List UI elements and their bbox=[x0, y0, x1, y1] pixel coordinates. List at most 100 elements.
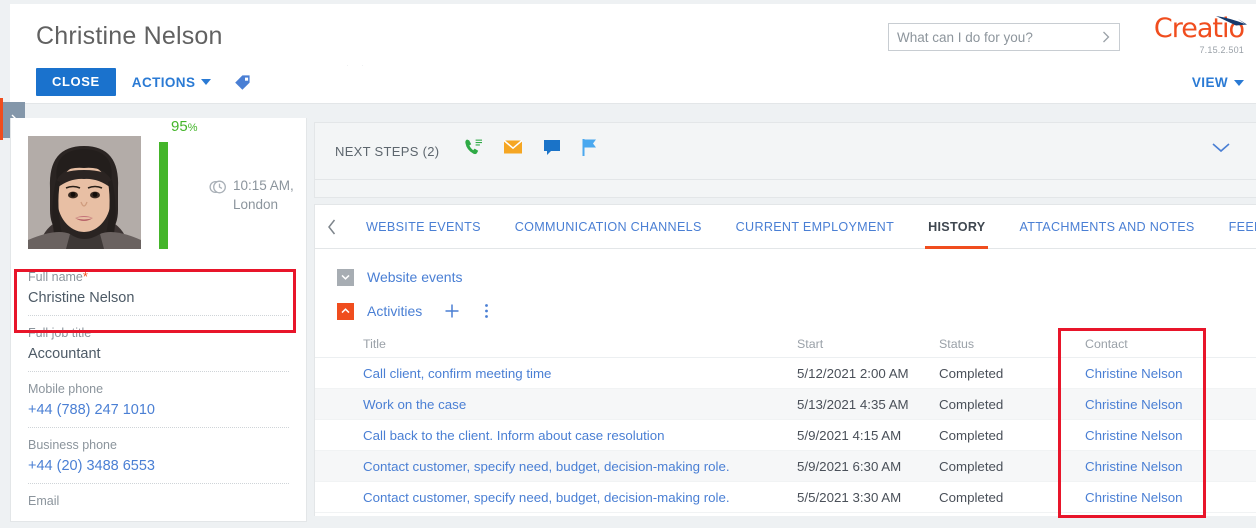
cell-contact[interactable]: Christine Nelson bbox=[1085, 366, 1245, 381]
section-website-events: Website events bbox=[315, 260, 1256, 294]
chat-message-icon[interactable] bbox=[543, 138, 561, 156]
logo-wordmark: Creatio bbox=[1154, 14, 1247, 44]
table-row[interactable]: Call client, confirm meeting time 5/12/2… bbox=[315, 358, 1256, 389]
section-title[interactable]: Activities bbox=[367, 303, 422, 319]
field-full-job-title[interactable]: Full job title Accountant bbox=[28, 316, 289, 372]
completeness-value: 95 bbox=[171, 118, 188, 135]
cell-start: 5/13/2021 4:35 AM bbox=[797, 396, 909, 412]
chevron-down-icon bbox=[201, 79, 212, 85]
chevron-up-icon[interactable] bbox=[337, 302, 354, 320]
cell-title[interactable]: Call client, confirm meeting time bbox=[363, 366, 797, 381]
cell-contact[interactable]: Christine Nelson bbox=[1085, 490, 1245, 505]
chevron-down-icon bbox=[1234, 79, 1244, 86]
table-row[interactable]: Call back to the client. Inform about ca… bbox=[315, 420, 1256, 451]
tab-feed[interactable]: FEED bbox=[1212, 205, 1256, 249]
field-label: Business phone bbox=[28, 438, 117, 452]
actions-menu-label: ACTIONS bbox=[131, 74, 196, 90]
section-activities: Activities bbox=[315, 294, 1256, 328]
tab-history[interactable]: HISTORY bbox=[911, 205, 1002, 249]
field-full-name[interactable]: Full name* Christine Nelson bbox=[28, 260, 289, 316]
field-value[interactable]: +44 (788) 247 1010 bbox=[28, 397, 289, 421]
field-label: Mobile phone bbox=[28, 382, 104, 396]
cell-status: Completed bbox=[939, 427, 1004, 443]
page-title: Christine Nelson bbox=[36, 22, 223, 50]
completeness-symbol: % bbox=[187, 122, 198, 134]
cell-contact[interactable]: Christine Nelson bbox=[1085, 428, 1245, 443]
next-steps-collapse-icon[interactable] bbox=[1210, 141, 1232, 159]
cell-start: 5/9/2021 4:15 AM bbox=[797, 427, 902, 443]
detail-tabs-card: WEBSITE EVENTS COMMUNICATION CHANNELS CU… bbox=[314, 204, 1256, 522]
cell-contact[interactable]: Christine Nelson bbox=[1085, 397, 1245, 412]
app-version: 7.15.2.501 bbox=[1199, 45, 1244, 55]
table-row[interactable]: Contact customer, specify need, budget, … bbox=[315, 451, 1256, 482]
profile-completeness-fill bbox=[159, 141, 168, 249]
bottom-strip bbox=[314, 516, 1256, 528]
column-header-start: Start bbox=[797, 336, 824, 351]
cell-start: 5/5/2021 3:30 AM bbox=[797, 489, 902, 505]
search-submit-icon[interactable] bbox=[1093, 24, 1119, 50]
creatio-contact-page: Christine Nelson CLOSE ACTIONS What can … bbox=[0, 0, 1256, 528]
next-steps-panel: NEXT STEPS (2) bbox=[314, 122, 1256, 180]
cell-title[interactable]: Contact customer, specify need, budget, … bbox=[363, 459, 797, 474]
cell-title[interactable]: Contact customer, specify need, budget, … bbox=[363, 490, 797, 505]
actions-menu-button[interactable]: ACTIONS bbox=[132, 75, 212, 90]
cell-title[interactable]: Work on the case bbox=[363, 397, 797, 412]
phone-call-icon[interactable] bbox=[463, 137, 483, 157]
view-menu-button[interactable]: VIEW bbox=[1192, 75, 1244, 90]
cell-title[interactable]: Call back to the client. Inform about ca… bbox=[363, 428, 797, 443]
table-row[interactable]: Contact customer, specify need, budget, … bbox=[315, 482, 1256, 513]
next-steps-label: NEXT STEPS (2) bbox=[335, 144, 440, 159]
cell-start: 5/12/2021 2:00 AM bbox=[797, 365, 909, 381]
local-time: 10:15 AM, London bbox=[233, 176, 303, 214]
field-label: Email bbox=[28, 494, 60, 508]
clock-globe-icon bbox=[209, 178, 227, 201]
field-value[interactable]: Christine Nelson bbox=[28, 285, 289, 309]
next-steps-body bbox=[314, 180, 1256, 198]
cell-status: Completed bbox=[939, 458, 1004, 474]
plus-icon[interactable] bbox=[443, 302, 461, 320]
flag-icon[interactable] bbox=[581, 138, 598, 157]
column-header-title: Title bbox=[363, 336, 386, 351]
field-label: Full job title bbox=[28, 326, 92, 340]
field-mobile-phone[interactable]: Mobile phone +44 (788) 247 1010 bbox=[28, 372, 289, 428]
column-header-status: Status bbox=[939, 336, 975, 351]
avatar[interactable] bbox=[28, 136, 141, 249]
table-row[interactable]: Work on the case 5/13/2021 4:35 AM Compl… bbox=[315, 389, 1256, 420]
global-search[interactable] bbox=[888, 23, 1120, 51]
cell-status: Completed bbox=[939, 489, 1004, 505]
local-time-value: 10:15 AM, bbox=[233, 178, 294, 193]
tabs-scroll-left-icon[interactable] bbox=[315, 205, 349, 249]
chevron-down-icon[interactable] bbox=[337, 268, 354, 286]
profile-summary: 95% 10:15 AM, London bbox=[11, 118, 306, 260]
field-value[interactable]: Accountant bbox=[28, 341, 289, 365]
contact-profile-panel: 95% 10:15 AM, London Full name* Christin… bbox=[10, 118, 307, 522]
cell-status: Completed bbox=[939, 365, 1004, 381]
tab-bar: WEBSITE EVENTS COMMUNICATION CHANNELS CU… bbox=[315, 205, 1256, 249]
tag-icon[interactable] bbox=[233, 73, 252, 92]
tab-communication-channels[interactable]: COMMUNICATION CHANNELS bbox=[498, 205, 719, 249]
local-time-city: London bbox=[233, 197, 279, 212]
email-icon[interactable] bbox=[503, 139, 523, 155]
close-button[interactable]: CLOSE bbox=[36, 68, 116, 96]
field-business-phone[interactable]: Business phone +44 (20) 3488 6553 bbox=[28, 428, 289, 484]
cell-contact[interactable]: Christine Nelson bbox=[1085, 459, 1245, 474]
column-header-contact: Contact bbox=[1085, 336, 1128, 351]
field-label: Full name* bbox=[28, 269, 289, 285]
table-header-row: Title Start Status Contact bbox=[315, 330, 1256, 358]
page-header: Christine Nelson CLOSE ACTIONS What can … bbox=[10, 4, 1256, 104]
required-asterisk: * bbox=[82, 269, 88, 284]
field-email[interactable]: Email bbox=[28, 484, 289, 515]
search-input[interactable] bbox=[889, 29, 1093, 45]
vertical-dots-icon[interactable] bbox=[484, 302, 489, 320]
tab-current-employment[interactable]: CURRENT EMPLOYMENT bbox=[719, 205, 911, 249]
cell-status: Completed bbox=[939, 396, 1004, 412]
profile-completeness-bar bbox=[159, 136, 168, 249]
record-toolbar: CLOSE ACTIONS bbox=[36, 68, 252, 96]
profile-completeness-label: 95% bbox=[171, 118, 197, 135]
tab-website-events[interactable]: WEBSITE EVENTS bbox=[349, 205, 498, 249]
activities-table: Title Start Status Contact Call client, … bbox=[315, 330, 1256, 513]
tab-attachments-and-notes[interactable]: ATTACHMENTS AND NOTES bbox=[1002, 205, 1211, 249]
field-value[interactable]: +44 (20) 3488 6553 bbox=[28, 453, 289, 477]
next-steps-actions bbox=[463, 137, 598, 157]
section-title[interactable]: Website events bbox=[367, 269, 462, 285]
